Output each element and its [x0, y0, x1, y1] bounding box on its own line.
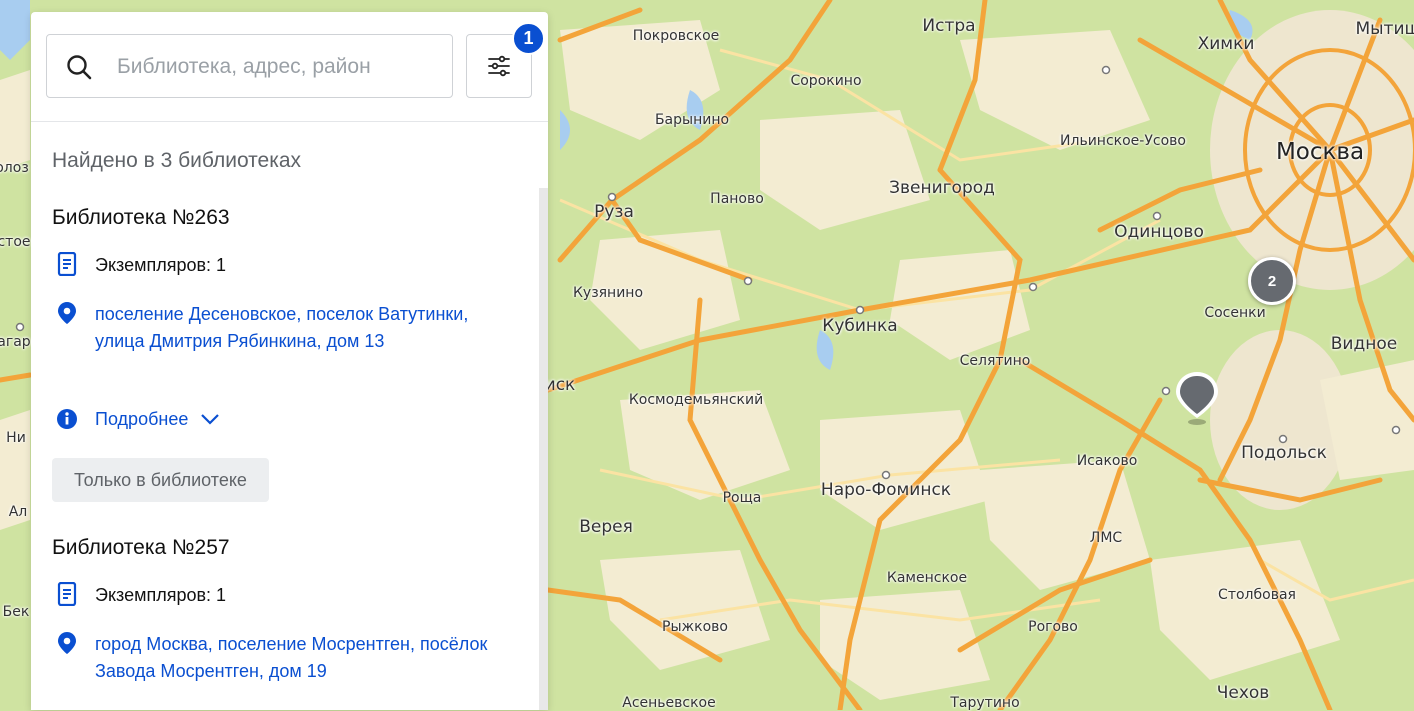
map-label-khimki: Химки: [1197, 34, 1255, 54]
panel-divider: [31, 121, 548, 122]
availability-chip: Только в библиотеке: [52, 458, 269, 502]
results-summary: Найдено в 3 библиотеках: [52, 149, 302, 172]
map-label-selyatino: Селятино: [959, 353, 1031, 369]
map-label-ilinskoe: Ильинское-Усово: [1060, 133, 1186, 149]
map-label-kuzyanino: Кузянино: [572, 285, 644, 301]
filter-count-badge: 1: [512, 22, 545, 55]
map-pin-marker[interactable]: [1172, 370, 1222, 430]
map-label-rogovo: Рогово: [1028, 619, 1078, 635]
map-label-pokrovskoe: Покровское: [632, 28, 720, 44]
map-label-vidnoe: Видное: [1330, 334, 1398, 354]
cluster-marker[interactable]: 2: [1248, 257, 1296, 305]
document-icon: [57, 252, 77, 276]
copies-row: Экземпляров: 1: [52, 582, 515, 609]
map-label-podolsk: Подольск: [1241, 443, 1327, 463]
map-label-stolbovaya: Столбовая: [1218, 587, 1296, 603]
map-label-chekhov: Чехов: [1216, 683, 1270, 703]
details-toggle[interactable]: Подробнее: [52, 408, 220, 430]
address-row: поселение Десеновское, поселок Ватутинки…: [52, 301, 515, 355]
address-link[interactable]: поселение Десеновское, поселок Ватутинки…: [95, 301, 515, 355]
map-label-sosenki: Сосенки: [1204, 305, 1266, 321]
map-label-kubinka: Кубинка: [822, 316, 898, 336]
info-icon: [57, 409, 77, 429]
map-label-edge-olozh: олоз: [0, 160, 29, 176]
map-label-edge-al: Ал: [8, 504, 28, 520]
map-label-tarutino: Тарутино: [950, 695, 1020, 711]
map-label-edge-bek: Бек: [2, 604, 30, 620]
search-input[interactable]: [115, 47, 439, 87]
library-title[interactable]: Библиотека №257: [52, 536, 230, 560]
location-pin-icon: [58, 632, 76, 654]
map-label-kosmodemyansky: Космодемьянский: [628, 392, 764, 408]
map-label-lms: ЛМС: [1089, 530, 1123, 546]
map-label-panovo: Паново: [710, 191, 764, 207]
map-label-istra: Истра: [922, 16, 976, 36]
address-row: город Москва, поселение Мосрентген, посё…: [52, 631, 515, 685]
document-icon: [57, 582, 77, 606]
search-panel: 1 Найдено в 3 библиотеках Библиотека №26…: [31, 12, 548, 710]
location-pin-icon: [58, 302, 76, 324]
copies-count: Экземпляров: 1: [95, 585, 227, 605]
library-title[interactable]: Библиотека №263: [52, 206, 230, 230]
map-label-edge-ni: Ни: [6, 430, 26, 446]
map-label-roshcha: Роща: [722, 490, 762, 506]
map-label-edge-agar: агар: [0, 334, 31, 350]
scrollbar[interactable]: [539, 188, 548, 710]
map-label-edge-stoe: стое: [0, 234, 31, 250]
chevron-down-icon[interactable]: [200, 413, 220, 425]
search-box[interactable]: [46, 34, 453, 98]
map-label-mytishchi: Мытищ: [1355, 19, 1414, 39]
address-link[interactable]: город Москва, поселение Мосрентген, посё…: [95, 631, 515, 685]
map-label-odintsovo: Одинцово: [1114, 222, 1204, 242]
map-label-kamenskoe: Каменское: [886, 570, 968, 586]
map-label-barynino: Барынино: [654, 112, 730, 128]
map-label-ryzhkovo: Рыжково: [662, 619, 728, 635]
map-label-moskva: Москва: [1275, 139, 1365, 165]
search-icon[interactable]: [65, 53, 93, 81]
map-label-isakovo: Исаково: [1076, 453, 1138, 469]
map-label-edge-isk: иск: [544, 375, 576, 395]
copies-count: Экземпляров: 1: [95, 255, 227, 275]
copies-row: Экземпляров: 1: [52, 252, 515, 279]
filter-sliders-icon: [488, 55, 510, 77]
map-label-aseneevskoe: Асеньевское: [622, 695, 716, 711]
map-label-nfominsk: Наро-Фоминск: [820, 480, 952, 500]
map-label-ruza: Руза: [594, 202, 634, 222]
map-label-sorokino: Сорокино: [790, 73, 862, 89]
map-label-zvenigorod: Звенигород: [889, 178, 995, 198]
details-label[interactable]: Подробнее: [95, 409, 188, 430]
map-label-vereya: Верея: [579, 517, 633, 537]
